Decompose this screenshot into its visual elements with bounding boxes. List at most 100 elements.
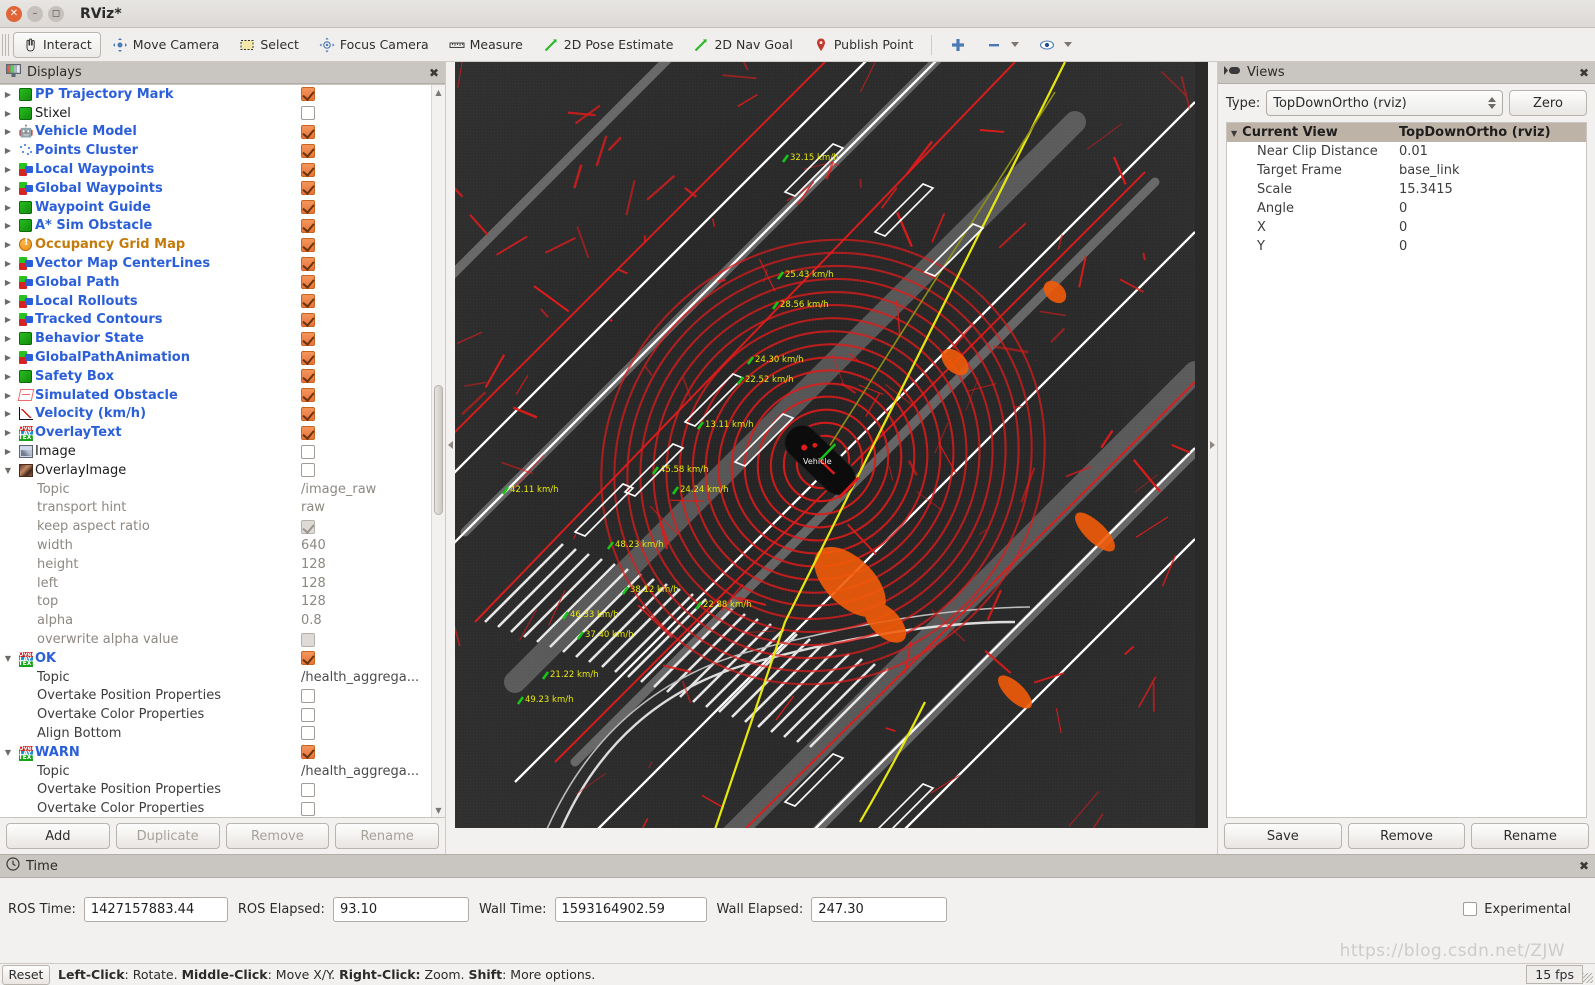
spinner-icon[interactable] <box>1488 97 1496 109</box>
property-checkbox[interactable] <box>301 782 431 797</box>
tool-select[interactable]: Select <box>230 32 308 58</box>
property-checkbox[interactable] <box>301 688 431 703</box>
collapse-left-icon[interactable] <box>446 62 455 828</box>
property-value[interactable]: 640 <box>301 538 431 553</box>
scrollbar-thumb[interactable] <box>434 385 443 515</box>
display-item-tracked-contours[interactable]: ▶ Tracked Contours <box>0 311 431 330</box>
tool-move-camera[interactable]: Move Camera <box>103 32 229 58</box>
chevron-down-icon[interactable]: ▼ <box>0 466 16 475</box>
property-row-left[interactable]: left 128 <box>0 574 431 593</box>
minimize-icon[interactable]: – <box>27 5 43 22</box>
display-item-pp-trajectory-mark[interactable]: ▶ PP Trajectory Mark <box>0 85 431 104</box>
display-enable-checkbox[interactable] <box>301 350 431 365</box>
tool-publish-point[interactable]: Publish Point <box>804 32 923 58</box>
display-item-local-rollouts[interactable]: ▶ Local Rollouts <box>0 292 431 311</box>
chevron-right-icon[interactable]: ▶ <box>0 278 16 287</box>
chevron-right-icon[interactable]: ▶ <box>0 221 16 230</box>
add-button[interactable]: Add <box>6 823 110 849</box>
property-value[interactable]: raw <box>301 500 431 515</box>
scroll-down-icon[interactable]: ▼ <box>432 803 445 817</box>
display-enable-checkbox[interactable] <box>301 124 431 139</box>
display-item-simulated-obstacle[interactable]: ▶ Simulated Obstacle <box>0 386 431 405</box>
display-enable-checkbox[interactable] <box>301 106 431 121</box>
property-row-width[interactable]: width 640 <box>0 536 431 555</box>
render-viewport[interactable]: Vehicle 32.15 km/h 25.43 km/h 28.56 km/h 24… <box>446 62 1217 828</box>
property-row-height[interactable]: height 128 <box>0 555 431 574</box>
display-enable-checkbox[interactable] <box>301 388 431 403</box>
experimental-toggle[interactable]: Experimental <box>1463 902 1587 917</box>
property-row-topic[interactable]: Topic/image_raw <box>0 480 431 499</box>
property-row-overtake-position-properties[interactable]: Overtake Position Properties <box>0 780 431 799</box>
viewport-canvas[interactable]: Vehicle 32.15 km/h 25.43 km/h 28.56 km/h 24… <box>455 62 1208 828</box>
property-value[interactable]: 128 <box>301 557 431 572</box>
property-value[interactable]: 128 <box>301 576 431 591</box>
chevron-right-icon[interactable]: ▶ <box>0 90 16 99</box>
close-icon[interactable]: ✖ <box>429 66 439 80</box>
property-row-transport-hint[interactable]: transport hint raw <box>0 499 431 518</box>
tool-focus-camera[interactable]: Focus Camera <box>310 32 438 58</box>
property-checkbox[interactable] <box>301 632 431 647</box>
chevron-right-icon[interactable]: ▶ <box>0 203 16 212</box>
close-icon[interactable]: ✕ <box>6 5 22 22</box>
chevron-right-icon[interactable]: ▶ <box>0 372 16 381</box>
chevron-right-icon[interactable]: ▶ <box>0 146 16 155</box>
view-property-value[interactable]: 0 <box>1399 220 1586 235</box>
chevron-right-icon[interactable]: ▶ <box>0 127 16 136</box>
property-value[interactable]: /health_aggrega... <box>301 764 431 779</box>
zero-button[interactable]: Zero <box>1509 90 1587 116</box>
property-value[interactable]: /image_raw <box>301 482 431 497</box>
property-checkbox[interactable] <box>301 801 431 816</box>
chevron-right-icon[interactable]: ▶ <box>0 447 16 456</box>
close-icon[interactable]: ✖ <box>1579 859 1589 873</box>
rename-button[interactable]: Rename <box>335 823 439 849</box>
view-property-value[interactable]: 0 <box>1399 201 1586 216</box>
time-field-input[interactable]: 1593164902.59 <box>554 896 707 922</box>
display-enable-checkbox[interactable] <box>301 275 431 290</box>
property-row-top[interactable]: top 128 <box>0 593 431 612</box>
display-enable-checkbox[interactable] <box>301 237 431 252</box>
display-enable-checkbox[interactable] <box>301 143 431 158</box>
display-item-overlaytext[interactable]: ▶ Over LAY TEXT OverlayText <box>0 423 431 442</box>
chevron-down-icon[interactable] <box>1011 42 1020 47</box>
property-value[interactable]: 0.8 <box>301 613 431 628</box>
save-view-button[interactable]: Save <box>1224 823 1342 849</box>
view-property-value[interactable]: base_link <box>1399 163 1586 178</box>
displays-scrollbar[interactable]: ▲ ▼ <box>431 85 445 817</box>
displays-tree[interactable]: ▶ PP Trajectory Mark ▶ Stixel ▶ 🤖 Vehicle Mode… <box>0 85 431 817</box>
remove-button[interactable]: Remove <box>225 823 330 849</box>
property-checkbox[interactable] <box>301 726 431 741</box>
chevron-right-icon[interactable]: ▶ <box>0 109 16 118</box>
property-row-alpha[interactable]: alpha 0.8 <box>0 611 431 630</box>
chevron-down-icon[interactable]: ▼ <box>0 654 16 663</box>
display-item-waypoint-guide[interactable]: ▶ Waypoint Guide <box>0 198 431 217</box>
view-property-x[interactable]: X0 <box>1227 218 1586 237</box>
display-enable-checkbox[interactable] <box>301 651 431 666</box>
chevron-right-icon[interactable]: ▶ <box>0 297 16 306</box>
chevron-right-icon[interactable]: ▶ <box>0 240 16 249</box>
display-item-behavior-state[interactable]: ▶ Behavior State <box>0 329 431 348</box>
display-enable-checkbox[interactable] <box>301 444 431 459</box>
display-item-vehicle-model[interactable]: ▶ 🤖 Vehicle Model <box>0 123 431 142</box>
chevron-right-icon[interactable]: ▶ <box>0 334 16 343</box>
display-item-warn[interactable]: ▼ Over LAY TEXT WARN <box>0 743 431 762</box>
display-item-stixel[interactable]: ▶ Stixel <box>0 104 431 123</box>
view-property-value[interactable]: 0.01 <box>1399 144 1586 159</box>
view-property-y[interactable]: Y0 <box>1227 237 1586 256</box>
chevron-right-icon[interactable]: ▶ <box>0 259 16 268</box>
display-item-a-sim-obstacle[interactable]: ▶ A* Sim Obstacle <box>0 217 431 236</box>
view-property-angle[interactable]: Angle 0 <box>1227 199 1586 218</box>
view-property-value[interactable]: 15.3415 <box>1399 182 1586 197</box>
display-enable-checkbox[interactable] <box>301 463 431 478</box>
chevron-down-icon[interactable] <box>1064 42 1073 47</box>
chevron-right-icon[interactable]: ▶ <box>0 391 16 400</box>
property-checkbox[interactable] <box>301 519 431 534</box>
display-enable-checkbox[interactable] <box>301 425 431 440</box>
time-field-input[interactable]: 247.30 <box>811 896 948 922</box>
display-enable-checkbox[interactable] <box>301 200 431 215</box>
view-property-target-frame[interactable]: Target Frame base_link <box>1227 161 1586 180</box>
resize-grip[interactable] <box>1583 973 1593 983</box>
property-row-topic[interactable]: Topic/health_aggrega... <box>0 762 431 781</box>
time-field-input[interactable]: 1427157883.44 <box>83 896 228 922</box>
display-enable-checkbox[interactable] <box>301 181 431 196</box>
display-enable-checkbox[interactable] <box>301 294 431 309</box>
